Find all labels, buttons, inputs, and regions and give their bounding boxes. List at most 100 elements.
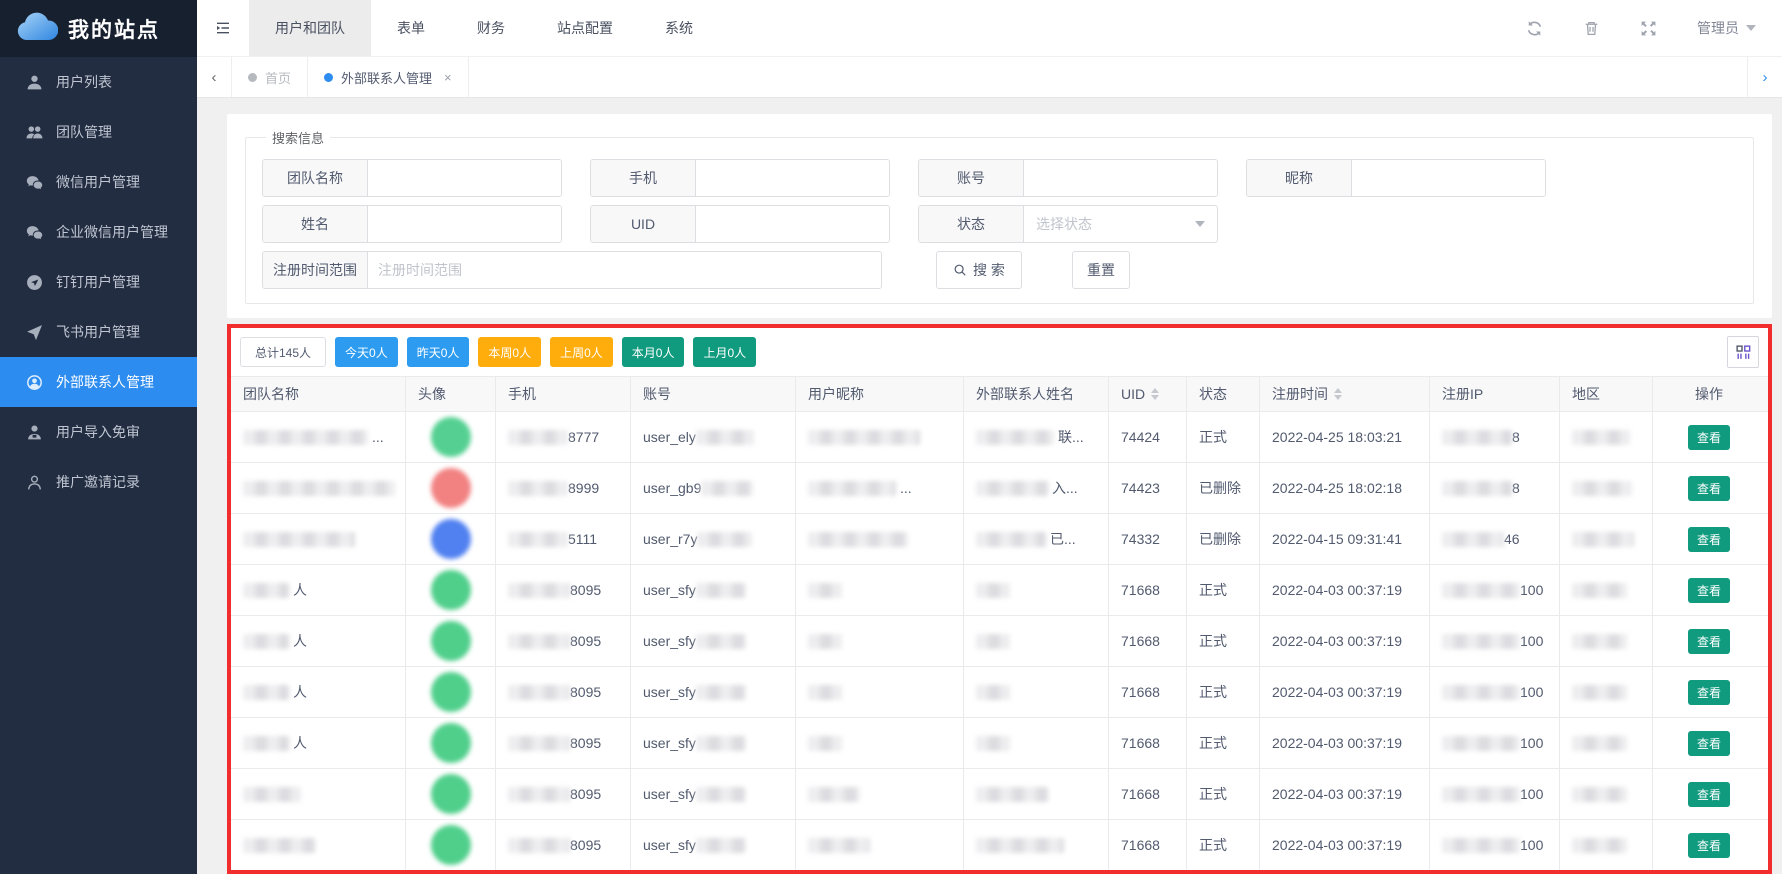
page-tab[interactable]: 首页 [232,57,308,97]
column-header[interactable]: UID [1109,377,1187,411]
view-button[interactable]: 查看 [1688,731,1730,756]
redacted-blur [976,532,1046,547]
redacted-blur [243,634,289,649]
sidebar-item[interactable]: 团队管理 [0,107,197,157]
page-tab[interactable]: 外部联系人管理 × [308,57,469,97]
field-label: 状态 [919,206,1024,242]
account-cell: user_sfy [631,718,796,768]
stat-badge[interactable]: 总计145人 [240,337,326,367]
field-input[interactable] [696,206,889,242]
action-cell: 查看 [1653,667,1765,717]
search-row-3: 注册时间范围 搜 索 重置 [262,251,1743,289]
contact-name-cell [964,820,1109,870]
phone-cell: 5111 [496,514,631,564]
table-header-row: 团队名称 头像 手机 账号 用户昵称 外部联系人姓名 UID 状 [231,376,1768,412]
tab-close-icon[interactable]: × [444,70,452,85]
view-button[interactable]: 查看 [1688,833,1730,858]
sidebar-item[interactable]: 用户列表 [0,57,197,107]
stat-badge[interactable]: 今天0人 [335,337,398,367]
sidebar-item[interactable]: 推广邀请记录 [0,457,197,507]
field-input[interactable] [1352,160,1545,196]
view-button[interactable]: 查看 [1688,629,1730,654]
view-button[interactable]: 查看 [1688,527,1730,552]
redacted-blur [1442,634,1520,649]
redacted-blur [508,685,570,700]
redacted-blur [243,430,368,445]
redacted-blur [976,481,1048,496]
field-input[interactable] [1024,160,1217,196]
stat-badge[interactable]: 本月0人 [622,337,685,367]
redacted-blur [808,430,920,445]
view-button[interactable]: 查看 [1688,578,1730,603]
view-button[interactable]: 查看 [1688,425,1730,450]
view-button[interactable]: 查看 [1688,476,1730,501]
contacts-table: 团队名称 头像 手机 账号 用户昵称 外部联系人姓名 UID 状 [231,376,1768,871]
stat-badge[interactable]: 本周0人 [478,337,541,367]
nav-item[interactable]: 财务 [451,0,531,56]
action-cell: 查看 [1653,463,1765,513]
tabs-scroll-left-icon[interactable]: ‹ [197,57,232,97]
tab-dot-icon [324,73,333,82]
status-cell: 正式 [1187,565,1260,615]
action-cell: 查看 [1653,718,1765,768]
view-button[interactable]: 查看 [1688,782,1730,807]
nav-item[interactable]: 用户和团队 [249,0,371,56]
sort-icon[interactable] [1151,388,1159,400]
status-cell: 正式 [1187,718,1260,768]
uid-cell: 71668 [1109,718,1187,768]
feishu-icon [26,324,43,341]
action-cell: 查看 [1653,565,1765,615]
register-time-range-input[interactable] [368,252,881,288]
nav-item[interactable]: 表单 [371,0,451,56]
tabs-scroll-right-icon[interactable]: › [1747,57,1782,97]
search-field: UID [590,205,890,243]
redacted-blur [1572,583,1627,598]
action-cell: 查看 [1653,412,1765,462]
redacted-blur [508,838,570,853]
column-settings-button[interactable] [1727,336,1759,368]
status-select[interactable]: 选择状态 [1024,206,1217,242]
avatar-cell [406,463,496,513]
collapse-menu-icon[interactable] [197,0,249,56]
search-fieldset: 搜索信息 团队名称 手机 账号 昵称 姓名 UID 状态 选择状态 注册时间范围 [245,128,1754,304]
nickname-cell [796,718,964,768]
stat-badge[interactable]: 昨天0人 [407,337,470,367]
chevron-down-icon [1746,25,1756,31]
search-button[interactable]: 搜 索 [936,251,1022,289]
account-cell: user_sfy [631,667,796,717]
trash-icon[interactable] [1583,20,1600,37]
refresh-icon[interactable] [1526,20,1543,37]
sidebar-item[interactable]: 企业微信用户管理 [0,207,197,257]
sidebar-item[interactable]: 外部联系人管理 [0,357,197,407]
sidebar-item[interactable]: 微信用户管理 [0,157,197,207]
search-field: 团队名称 [262,159,562,197]
search-field: 昵称 [1246,159,1546,197]
fullscreen-icon[interactable] [1640,20,1657,37]
column-header[interactable]: 注册时间 [1260,377,1430,411]
sidebar-item[interactable]: 钉钉用户管理 [0,257,197,307]
redacted-blur [1572,736,1627,751]
redacted-blur [1572,838,1627,853]
sort-icon[interactable] [1334,388,1342,400]
nav-items: 用户和团队表单财务站点配置系统 [249,0,719,56]
field-input[interactable] [696,160,889,196]
view-button[interactable]: 查看 [1688,680,1730,705]
stat-badge[interactable]: 上周0人 [550,337,613,367]
field-label: 姓名 [263,206,368,242]
sidebar-item[interactable]: 用户导入免审 [0,407,197,457]
field-input[interactable] [368,160,561,196]
redacted-blur [1442,583,1520,598]
region-cell [1560,463,1653,513]
reset-button[interactable]: 重置 [1072,251,1130,289]
nickname-cell [796,514,964,564]
search-field: 姓名 [262,205,562,243]
nav-item[interactable]: 系统 [639,0,719,56]
stat-badge[interactable]: 上月0人 [693,337,756,367]
nav-item[interactable]: 站点配置 [531,0,639,56]
field-input[interactable] [368,206,561,242]
redacted-blur [696,583,746,598]
table-row: 8095 user_sfy 71668 正式 2022-04-03 00:37:… [231,769,1768,820]
sidebar-item[interactable]: 飞书用户管理 [0,307,197,357]
redacted-blur [1442,430,1512,445]
admin-dropdown[interactable]: 管理员 [1697,18,1756,38]
